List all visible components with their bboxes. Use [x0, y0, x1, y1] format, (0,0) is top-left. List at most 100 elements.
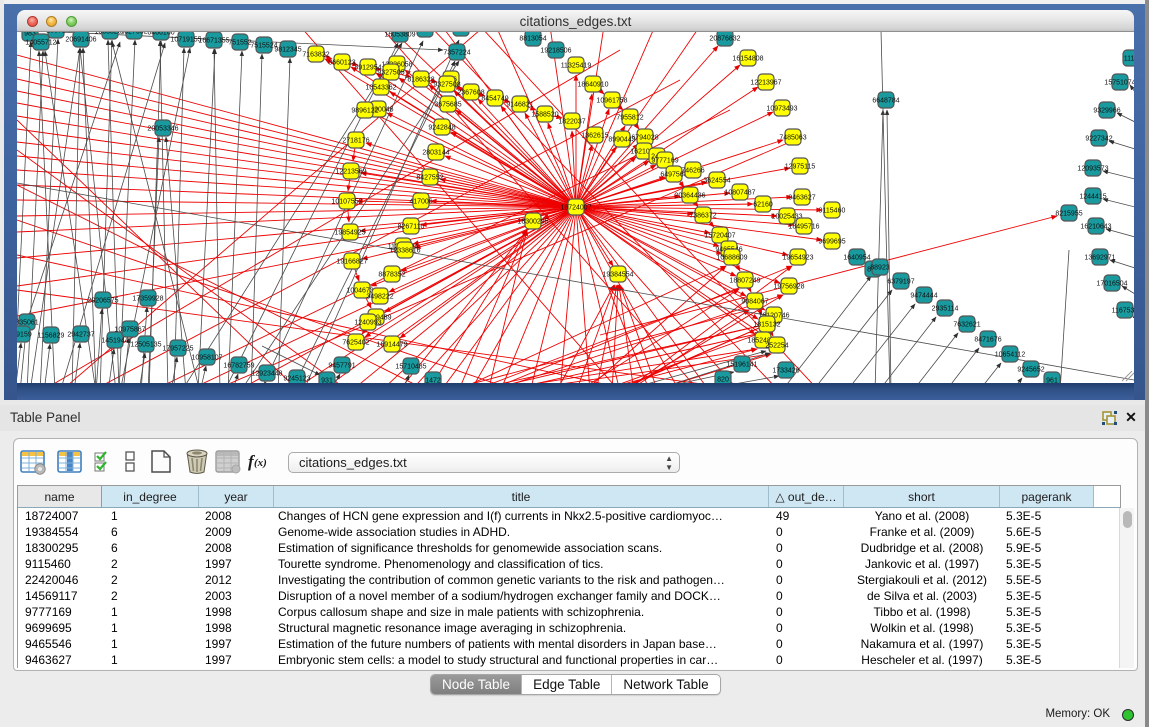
- svg-text:1112: 1112: [1124, 56, 1134, 63]
- svg-text:9227342: 9227342: [1085, 136, 1112, 143]
- svg-text:18495716: 18495716: [788, 224, 819, 231]
- svg-text:10958107: 10958107: [191, 355, 222, 362]
- svg-text:9812345: 9812345: [274, 47, 301, 54]
- svg-text:7632621: 7632621: [953, 322, 980, 329]
- svg-text:417006: 417006: [409, 199, 432, 206]
- svg-text:10543362: 10543362: [365, 85, 396, 92]
- svg-text:7357224: 7357224: [443, 50, 470, 57]
- svg-text:1167533: 1167533: [1112, 308, 1134, 315]
- svg-text:12213967: 12213967: [750, 80, 781, 87]
- svg-text:19654923: 19654923: [782, 255, 813, 262]
- svg-text:20206575: 20206575: [87, 298, 118, 305]
- svg-text:2718176: 2718176: [342, 138, 369, 145]
- svg-text:16154808: 16154808: [732, 56, 763, 63]
- svg-text:16671355: 16671355: [198, 38, 229, 45]
- svg-text:9457791: 9457791: [328, 363, 355, 370]
- svg-text:17957225: 17957225: [162, 346, 193, 353]
- svg-text:9327505: 9327505: [377, 70, 404, 77]
- svg-text:10975867: 10975867: [114, 327, 145, 334]
- svg-text:6648784: 6648784: [872, 98, 899, 105]
- svg-text:1733426: 1733426: [772, 368, 799, 375]
- svg-text:9146821: 9146821: [506, 102, 533, 109]
- svg-text:9327508: 9327508: [433, 82, 460, 89]
- svg-text:12093573: 12093573: [1077, 166, 1108, 173]
- svg-text:10107552: 10107552: [331, 199, 362, 206]
- svg-text:18300295: 18300295: [517, 219, 548, 226]
- svg-text:20876832: 20876832: [709, 36, 740, 43]
- svg-text:1240993: 1240993: [354, 320, 381, 327]
- svg-text:9699695: 9699695: [818, 239, 845, 246]
- svg-text:8427552: 8427552: [416, 175, 443, 182]
- svg-text:18807249: 18807249: [729, 278, 760, 285]
- svg-text:2803144: 2803144: [422, 150, 449, 157]
- svg-text:3498222: 3498222: [366, 294, 393, 301]
- svg-text:9463627: 9463627: [788, 195, 815, 202]
- svg-text:1451944: 1451944: [101, 338, 128, 345]
- svg-text:1362615: 1362615: [581, 133, 608, 140]
- svg-text:751552: 751552: [228, 40, 251, 47]
- svg-text:15720407: 15720407: [704, 233, 735, 240]
- svg-text:13692971: 13692971: [1084, 255, 1115, 262]
- svg-text:15751074: 15751074: [1104, 80, 1134, 87]
- svg-text:8813054: 8813054: [519, 36, 546, 43]
- svg-text:16210643: 16210643: [1080, 224, 1111, 231]
- svg-text:62160: 62160: [753, 202, 773, 209]
- svg-text:18724007: 18724007: [560, 205, 591, 212]
- svg-text:10961758: 10961758: [596, 98, 627, 105]
- svg-text:1588520: 1588520: [531, 112, 558, 119]
- svg-text:3624554: 3624554: [703, 178, 730, 185]
- svg-text:15196141: 15196141: [726, 362, 757, 369]
- svg-text:19384554: 19384554: [602, 272, 633, 279]
- svg-text:12975115: 12975115: [785, 164, 816, 171]
- svg-text:8267110: 8267110: [398, 224, 425, 231]
- svg-text:9245652: 9245652: [1017, 367, 1044, 374]
- svg-text:6794028: 6794028: [631, 135, 658, 142]
- svg-text:9242848: 9242848: [428, 125, 455, 132]
- svg-text:7625402: 7625402: [342, 340, 369, 347]
- svg-text:1822037: 1822037: [558, 119, 585, 126]
- svg-text:12338616: 12338616: [389, 248, 420, 255]
- svg-text:8215955: 8215955: [1055, 211, 1082, 218]
- svg-text:8454749: 8454749: [481, 96, 508, 103]
- svg-text:20053346: 20053346: [147, 126, 178, 133]
- svg-text:17359928: 17359928: [132, 296, 163, 303]
- svg-text:12505135: 12505135: [130, 342, 161, 349]
- svg-text:18640910: 18640910: [577, 82, 608, 89]
- svg-text:9777169: 9777169: [651, 158, 678, 165]
- svg-text:12923448: 12923448: [251, 371, 282, 378]
- svg-text:9084067: 9084067: [741, 299, 768, 306]
- svg-text:252254: 252254: [765, 343, 788, 350]
- svg-text:19756928: 19756928: [773, 284, 804, 291]
- svg-text:941: 941: [419, 32, 431, 34]
- svg-text:7485063: 7485063: [779, 135, 806, 142]
- svg-text:16914479: 16914479: [376, 342, 407, 349]
- svg-text:1860: 1860: [453, 32, 469, 33]
- svg-text:9896122: 9896122: [351, 108, 378, 115]
- svg-text:1815132: 1815132: [753, 322, 780, 329]
- svg-text:2935114: 2935114: [932, 306, 959, 313]
- svg-text:7955812: 7955812: [616, 115, 643, 122]
- svg-text:8471676: 8471676: [974, 337, 1001, 344]
- svg-text:15710485: 15710485: [395, 364, 426, 371]
- svg-text:11325419: 11325419: [561, 63, 592, 70]
- svg-text:16782759: 16782759: [223, 363, 254, 370]
- svg-text:10719155: 10719155: [170, 37, 201, 44]
- svg-text:8878352: 8878352: [378, 272, 405, 279]
- svg-text:9474444: 9474444: [910, 293, 937, 300]
- svg-text:88923: 88923: [870, 265, 890, 272]
- svg-text:20691406: 20691406: [65, 37, 96, 44]
- svg-text:8660123: 8660123: [328, 60, 355, 67]
- svg-text:39159: 39159: [17, 332, 32, 339]
- svg-text:14055712: 14055712: [25, 40, 56, 47]
- svg-text:9329966: 9329966: [1093, 108, 1120, 115]
- svg-text:7386372: 7386372: [689, 213, 716, 220]
- svg-text:12213569: 12213569: [335, 169, 366, 176]
- svg-text:8186328: 8186328: [407, 77, 434, 84]
- svg-text:(x): (x): [254, 457, 267, 469]
- svg-text:19218506: 19218506: [540, 48, 571, 55]
- svg-text:20364436: 20364436: [674, 193, 705, 200]
- svg-text:20571: 20571: [46, 32, 66, 35]
- svg-text:16053809: 16053809: [384, 32, 415, 39]
- svg-text:2942737: 2942737: [67, 332, 94, 339]
- svg-text:746266: 746266: [681, 168, 704, 175]
